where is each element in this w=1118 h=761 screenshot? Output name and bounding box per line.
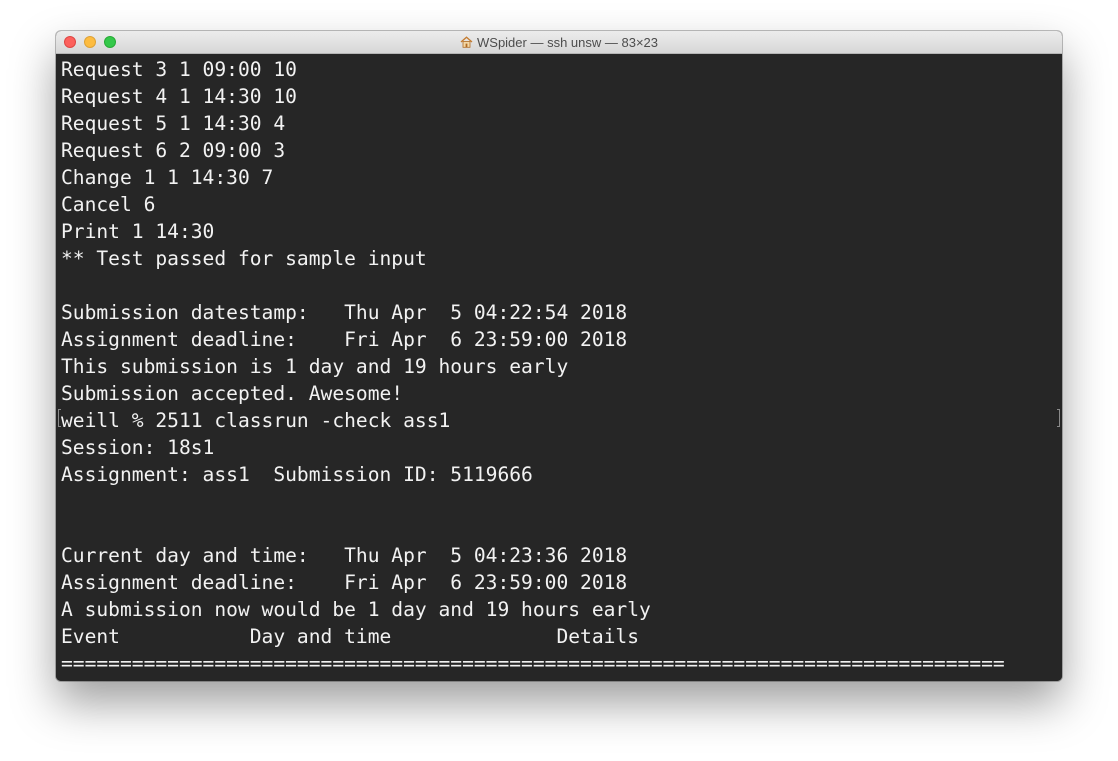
terminal-line: Current day and time: Thu Apr 5 04:23:36… [61, 544, 628, 567]
terminal-line: Submission datestamp: Thu Apr 5 04:22:54… [61, 301, 628, 324]
title-bar[interactable]: WSpider — ssh unsw — 83×23 [56, 31, 1062, 54]
terminal-line: Session: 18s1 [61, 436, 215, 459]
terminal-line: Cancel 6 [61, 193, 156, 216]
terminal-line: Assignment deadline: Fri Apr 6 23:59:00 … [61, 328, 628, 351]
window-title: WSpider — ssh unsw — 83×23 [477, 35, 658, 50]
window-title-container: WSpider — ssh unsw — 83×23 [56, 31, 1062, 54]
terminal-line: This submission is 1 day and 19 hours ea… [61, 355, 569, 378]
terminal-prompt-line: weill % 2511 classrun -check ass1 [61, 409, 451, 432]
terminal-line: Request 5 1 14:30 4 [61, 112, 286, 135]
home-icon [460, 36, 473, 48]
terminal-window: WSpider — ssh unsw — 83×23 Request 3 1 0… [56, 31, 1062, 681]
terminal-line: Assignment: ass1 Submission ID: 5119666 [61, 463, 533, 486]
terminal-line: Request 6 2 09:00 3 [61, 139, 286, 162]
terminal-line: Change 1 1 14:30 7 [61, 166, 274, 189]
terminal-line: ** Test passed for sample input [61, 247, 427, 270]
selection-bracket-left [58, 409, 61, 427]
terminal-line: Request 3 1 09:00 10 [61, 58, 297, 81]
terminal-output[interactable]: Request 3 1 09:00 10 Request 4 1 14:30 1… [56, 54, 1062, 681]
terminal-line: Print 1 14:30 [61, 220, 215, 243]
terminal-line: Event Day and time Details [61, 625, 640, 648]
selection-bracket-right [1057, 409, 1060, 427]
terminal-line: Submission accepted. Awesome! [61, 382, 404, 405]
terminal-line: ========================================… [61, 652, 1005, 675]
terminal-line: Assignment deadline: Fri Apr 6 23:59:00 … [61, 571, 628, 594]
terminal-line: Request 4 1 14:30 10 [61, 85, 297, 108]
terminal-line: A submission now would be 1 day and 19 h… [61, 598, 651, 621]
